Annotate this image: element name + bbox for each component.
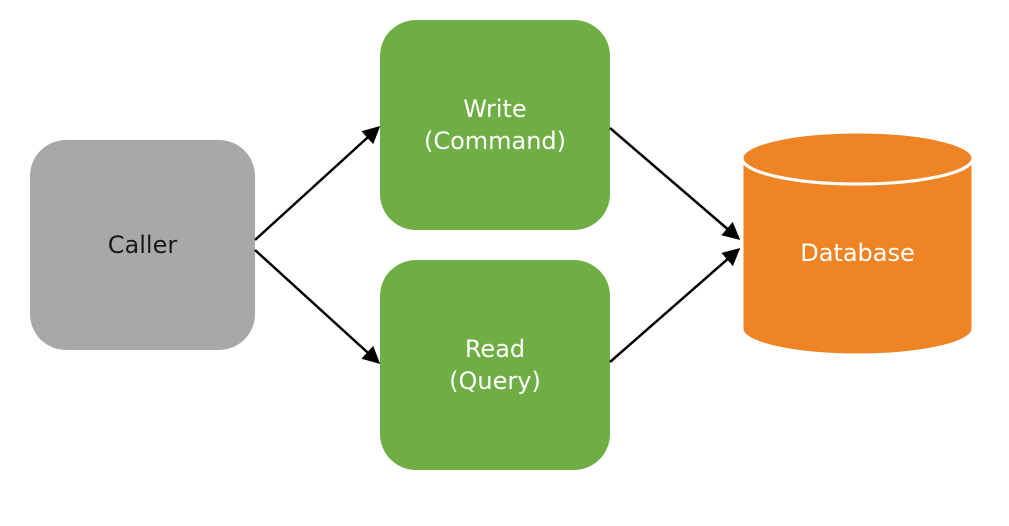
write-label-line1: Write [424, 93, 566, 125]
arrow-read-to-db [610, 250, 738, 362]
write-node: Write (Command) [380, 20, 610, 230]
caller-node: Caller [30, 140, 255, 350]
database-node: Database [740, 130, 975, 357]
read-node: Read (Query) [380, 260, 610, 470]
database-label: Database [800, 237, 915, 269]
read-label-line1: Read [449, 333, 541, 365]
read-label-line2: (Query) [449, 365, 541, 397]
arrow-caller-to-write [255, 128, 378, 240]
arrow-caller-to-read [255, 250, 378, 362]
arrow-write-to-db [610, 128, 738, 238]
caller-label: Caller [108, 229, 177, 261]
write-label-line2: (Command) [424, 125, 566, 157]
